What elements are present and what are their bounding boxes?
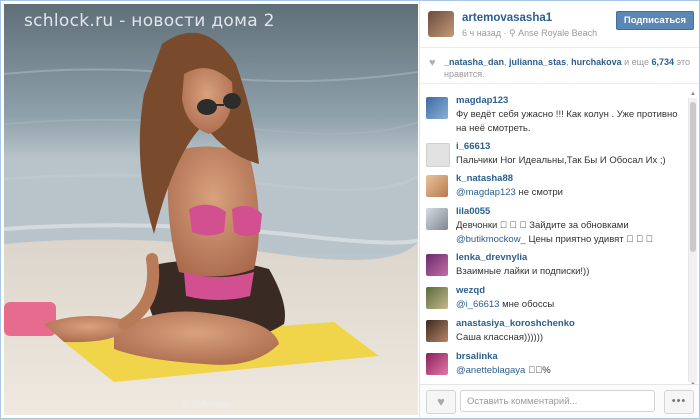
post-location[interactable]: Anse Royale Beach [518, 28, 597, 38]
avatar[interactable] [426, 320, 448, 342]
more-options-button[interactable]: ••• [664, 390, 694, 414]
likes-summary: ♥ _natasha_dan, julianna_stas, hurchakov… [420, 51, 699, 84]
comment-text: Фу ведёт себя ужасно !!! Как колун . Уже… [456, 109, 678, 134]
comment-text: Пальчики Ног Идеальны,Так Бы И Обосал Их… [456, 155, 666, 166]
comment-mention[interactable]: @butikmockow_ [456, 234, 526, 245]
avatar[interactable] [426, 254, 448, 276]
comment-mention[interactable]: @i_66613 [456, 299, 499, 310]
comment-body: не смотри [515, 187, 563, 198]
liker-link[interactable]: hurchakova [571, 57, 622, 67]
site-watermark: schlock.ru - новости дома 2 [24, 11, 275, 31]
comment-mention[interactable]: @magdap123 [456, 187, 516, 198]
avatar[interactable] [426, 208, 448, 230]
comment-body: Цены приятно удивят 􀀀 􀀀 􀀀 [525, 234, 653, 245]
more-dots-icon: ••• [671, 395, 687, 407]
comment-text: Саша классная)))))) [456, 332, 544, 343]
comment-body: мне обоссы [499, 299, 555, 310]
avatar[interactable] [426, 353, 448, 375]
comment-username[interactable]: lenka_drevnylia [456, 252, 527, 263]
comment-body: 􀀀􀀀% [525, 365, 551, 376]
post-meta: 6 ч назад · ⚲ Anse Royale Beach [462, 28, 597, 39]
comment-text: @i_66613 мне обоссы [456, 298, 684, 312]
likes-and-more: и еще [624, 57, 649, 67]
post-header: artemovasasha1 6 ч назад · ⚲ Anse Royale… [420, 1, 699, 48]
comment-body: Девчонки 􀀀 􀀀 􀀀 Зайдите за обновками [456, 220, 629, 231]
liker-link[interactable]: julianna_stas [509, 57, 566, 67]
photo-credit: © YaRoman [181, 399, 230, 409]
comment-username[interactable]: lila0055 [456, 206, 490, 217]
comment-footer: ♥ ••• [420, 384, 699, 418]
comment-username[interactable]: wezqd [456, 285, 485, 296]
post-photo[interactable]: schlock.ru - новости дома 2 © YaRoman [4, 4, 418, 415]
likes-count[interactable]: 6,734 [652, 57, 675, 67]
location-pin-icon: ⚲ [508, 28, 516, 38]
comment-username[interactable]: brsalinka [456, 351, 498, 362]
scroll-up-arrow-icon[interactable]: ▲ [689, 91, 697, 98]
avatar[interactable] [426, 175, 448, 197]
heart-icon: ♥ [429, 57, 436, 69]
window-frame: schlock.ru - новости дома 2 © YaRoman ar… [0, 0, 700, 419]
photo-illustration [4, 4, 418, 415]
comment-username[interactable]: anastasiya_koroshchenko [456, 318, 575, 329]
comment-mention[interactable]: @anetteblagaya [456, 365, 525, 376]
comment-username[interactable]: magdap123 [456, 95, 508, 106]
post-side-panel: artemovasasha1 6 ч назад · ⚲ Anse Royale… [419, 1, 699, 418]
avatar[interactable] [428, 11, 454, 37]
comment-input[interactable] [460, 390, 655, 412]
post-username[interactable]: artemovasasha1 [462, 12, 552, 24]
comment-username[interactable]: k_natasha88 [456, 173, 513, 184]
comment-text: @anetteblagaya 􀀀􀀀% [456, 364, 684, 378]
avatar[interactable] [426, 287, 448, 309]
avatar[interactable] [426, 97, 448, 119]
post-time: 6 ч назад [462, 28, 501, 38]
liker-link[interactable]: _natasha_dan [444, 57, 504, 67]
comment-text: @magdap123 не смотри [456, 186, 684, 200]
likes-text: _natasha_dan, julianna_stas, hurchakova … [444, 56, 694, 80]
follow-button[interactable]: Подписаться [615, 11, 694, 30]
comments-list[interactable]: magdap123 Фу ведёт себя ужасно !!! Как к… [420, 91, 688, 381]
like-button[interactable]: ♥ [426, 390, 456, 414]
avatar[interactable] [426, 143, 450, 167]
comments-scrollbar[interactable] [688, 98, 697, 382]
comment-username[interactable]: i_66613 [456, 141, 490, 152]
comment-text: Взаимные лайки и подписки!)) [456, 266, 590, 277]
comment-text: Девчонки 􀀀 􀀀 􀀀 Зайдите за обновками @buti… [456, 219, 684, 247]
scrollbar-thumb[interactable] [690, 102, 696, 252]
heart-icon: ♥ [437, 394, 445, 409]
